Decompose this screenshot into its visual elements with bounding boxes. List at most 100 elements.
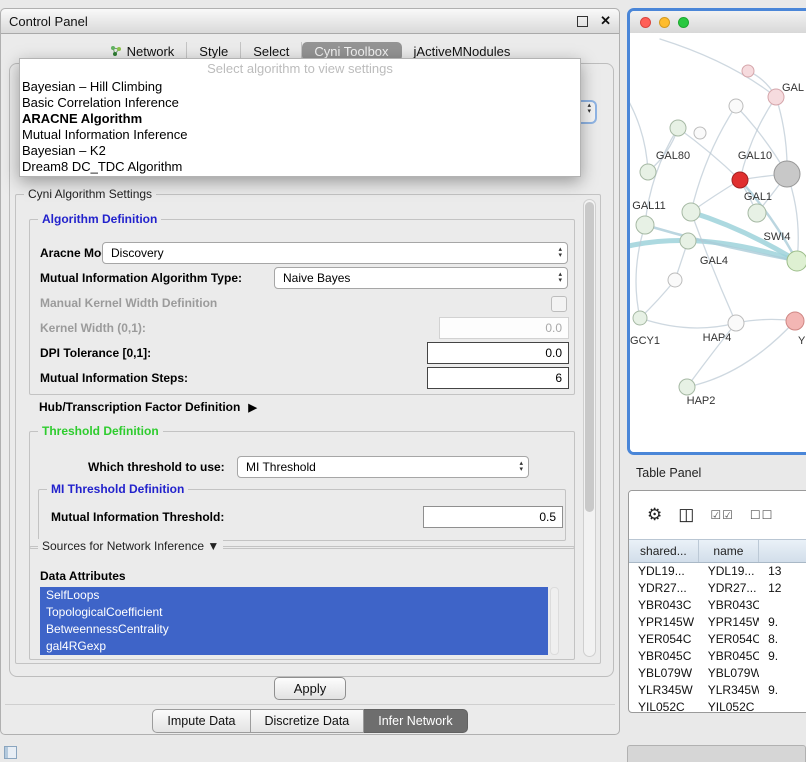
manual-kernel-checkbox[interactable] [551,296,567,312]
aracne-mode-select[interactable]: Discovery ▴ ▾ [102,242,568,264]
table-row[interactable]: YDR27...YDR27...12 [629,580,806,597]
column-header[interactable]: name [699,540,759,562]
attributes-scrollbar[interactable] [550,587,559,655]
bottom-tab-discretize-data[interactable]: Discretize Data [251,709,365,733]
network-edge[interactable] [687,321,795,387]
hub-definition-section[interactable]: Hub/Transcription Factor Definition ▶ [39,400,257,414]
restore-panel-icon[interactable] [4,746,17,759]
mi-threshold-field[interactable] [423,506,563,528]
scrollbar-thumb[interactable] [585,202,594,512]
network-node[interactable] [748,204,766,222]
desktop: Control Panel ✕ NetworkStyleSelectCyni T… [0,0,806,762]
network-edge[interactable] [660,39,776,97]
table-cell: YLR345W [699,682,759,699]
table-cell: YBR045C [629,648,699,665]
attribute-item[interactable]: TopologicalCoefficient [40,604,548,621]
sources-title[interactable]: Sources for Network Inference ▼ [38,539,223,553]
table-row[interactable]: YDL19...YDL19...13 [629,563,806,580]
algorithm-option[interactable]: Mutual Information Inference [20,127,580,143]
network-node[interactable] [682,203,700,221]
algorithm-option[interactable]: Bayesian – Hill Climbing [20,79,580,95]
collapsed-panel-strip[interactable] [627,745,806,762]
tab-label: Style [199,44,228,59]
select-all-icon[interactable]: ☑☑ [710,508,734,522]
settings-scrollbar[interactable] [583,199,596,657]
network-node[interactable] [694,127,706,139]
network-edge[interactable] [640,280,675,318]
network-edge[interactable] [630,93,648,172]
data-attributes-list[interactable]: SelfLoopsTopologicalCoefficientBetweenne… [40,587,548,655]
table-row[interactable]: YBR043CYBR043C [629,597,806,614]
mi-steps-field[interactable] [427,367,569,389]
tab-label: Network [127,44,175,59]
network-node[interactable] [742,65,754,77]
network-canvas-area[interactable]: GALGAL80GAL10GAL11GAL1SWI4GAL4GCY1HAP4YH… [630,33,806,452]
maximize-window-icon[interactable] [678,17,689,28]
attribute-item[interactable]: SelfLoops [40,587,548,604]
network-node[interactable] [668,273,682,287]
collapse-arrow-icon[interactable]: ▶ [248,401,256,414]
algorithm-option[interactable]: ARACNE Algorithm [20,111,580,127]
network-canvas[interactable]: GALGAL80GAL10GAL11GAL1SWI4GAL4GCY1HAP4YH… [630,33,806,452]
algorithm-option[interactable]: Bayesian – K2 [20,143,580,159]
manual-kernel-label: Manual Kernel Width Definition [40,292,217,314]
close-window-icon[interactable] [640,17,651,28]
sources-group: Sources for Network Inference ▼ Data Att… [29,546,575,660]
network-node[interactable] [680,233,696,249]
network-edge[interactable] [640,318,736,328]
deselect-all-icon[interactable]: ☐☐ [750,508,774,522]
combobox-arrows-icon: ▴ ▾ [558,247,562,259]
network-edge[interactable] [636,225,645,318]
expand-arrow-icon[interactable]: ▼ [207,539,219,553]
float-panel-icon[interactable] [577,16,588,27]
mi-type-select[interactable]: Naive Bayes ▴ ▾ [274,267,568,289]
attribute-item[interactable]: gal4RGexp [40,638,548,655]
attribute-item[interactable]: BetweennessCentrality [40,621,548,638]
network-node[interactable] [640,164,656,180]
table-row[interactable]: YPR145WYPR145W9. [629,614,806,631]
close-icon[interactable]: ✕ [600,13,611,29]
apply-button[interactable]: Apply [274,677,346,700]
network-edge[interactable] [740,97,776,180]
bottom-tab-impute-data[interactable]: Impute Data [152,709,250,733]
node-label: GAL1 [744,191,772,203]
column-header[interactable]: shared... [629,540,699,562]
network-node[interactable] [679,379,695,395]
network-node[interactable] [633,311,647,325]
dpi-tolerance-label: DPI Tolerance [0,1]: [40,342,151,364]
kernel-width-field[interactable] [439,317,569,339]
gear-icon[interactable]: ⚙ [647,505,662,525]
table-row[interactable]: YBL079WYBL079W [629,665,806,682]
algorithm-option[interactable]: Basic Correlation Inference [20,95,580,111]
network-node[interactable] [728,315,744,331]
column-header[interactable] [759,540,806,562]
dpi-tolerance-field[interactable] [427,342,569,364]
network-node[interactable] [774,161,800,187]
network-node[interactable] [729,99,743,113]
panel-title: Control Panel [9,14,577,29]
table-panel-window: ⚙ ◫ ☑☑ ☐☐ shared...name YDL19...YDL19...… [628,490,806,713]
table-row[interactable]: YBR045CYBR045C9. [629,648,806,665]
dropdown-placeholder: Select algorithm to view settings [20,59,580,79]
node-label: HAP2 [687,395,716,407]
table-cell: YDL19... [699,563,759,580]
network-node[interactable] [732,172,748,188]
network-node[interactable] [787,251,806,271]
node-label: GAL10 [738,150,772,162]
table-cell: 8. [759,631,806,648]
network-view-window[interactable]: GALGAL80GAL10GAL11GAL1SWI4GAL4GCY1HAP4YH… [627,8,806,455]
minimize-window-icon[interactable] [659,17,670,28]
network-icon [110,45,122,57]
table-row[interactable]: YER054CYER054C8. [629,631,806,648]
threshold-select[interactable]: MI Threshold ▴ ▾ [237,456,529,478]
table-row[interactable]: YLR345WYLR345W9. [629,682,806,699]
network-node[interactable] [670,120,686,136]
algorithm-option[interactable]: Dream8 DC_TDC Algorithm [20,159,580,175]
columns-icon[interactable]: ◫ [678,505,694,525]
table-row[interactable]: YIL052CYIL052C [629,699,806,713]
network-node[interactable] [786,312,804,330]
bottom-tab-infer-network[interactable]: Infer Network [364,709,467,733]
node-label: GAL80 [656,150,690,162]
separator [5,704,615,705]
network-node[interactable] [636,216,654,234]
